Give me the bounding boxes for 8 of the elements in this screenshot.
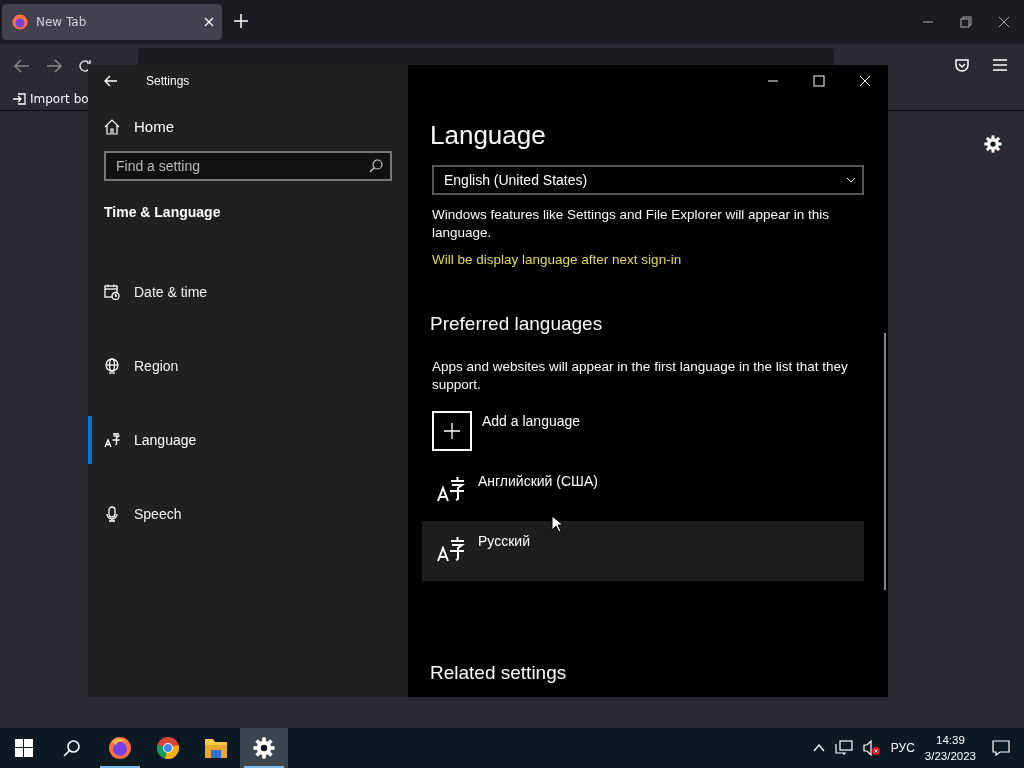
description-text: Apps and websites will appear in the first language in the list that they support.: [432, 358, 849, 394]
notice-text: Will be display language after next sign-in: [432, 251, 683, 269]
description-text: Windows features like Settings and File Explorer will appear in this language.: [432, 206, 830, 242]
window-title: Settings: [146, 74, 190, 88]
page-title: Language: [430, 120, 547, 151]
section-heading: Related settings: [430, 662, 568, 684]
section-title: Time & Language: [104, 204, 222, 220]
section-heading: Preferred languages: [430, 313, 604, 335]
